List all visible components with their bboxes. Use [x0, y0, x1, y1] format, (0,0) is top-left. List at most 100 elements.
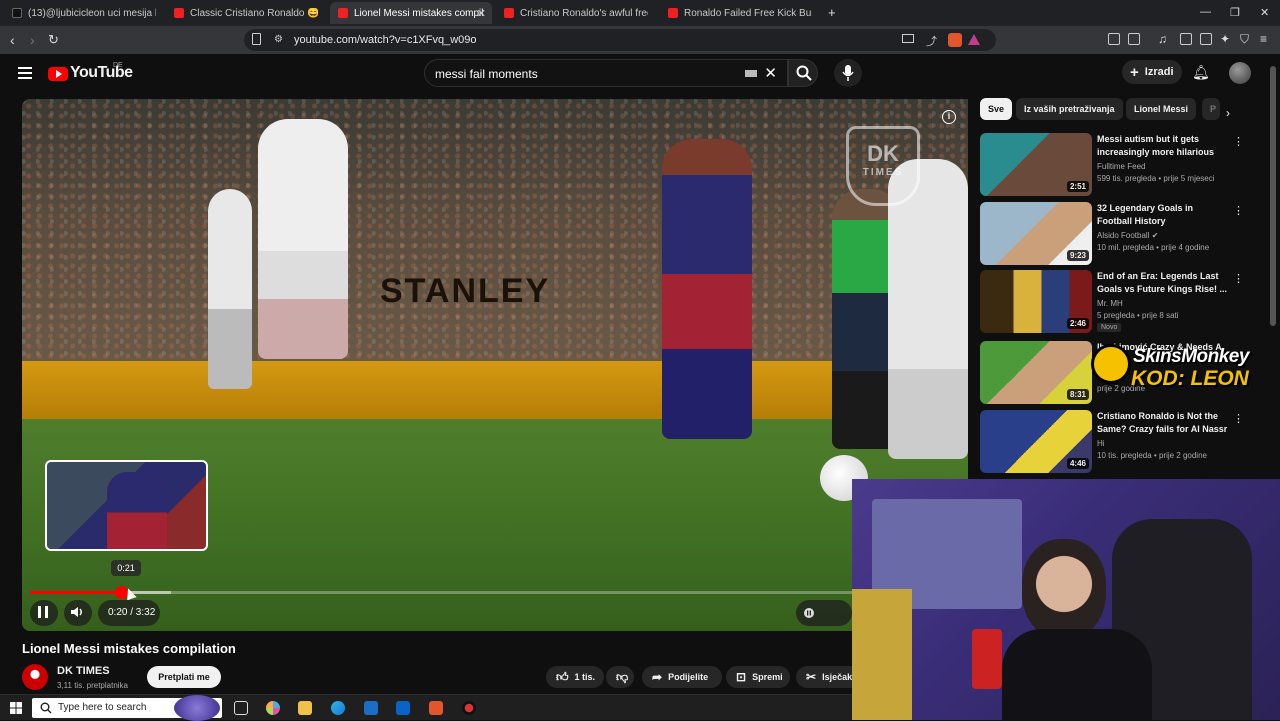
close-tab-icon[interactable]: ✕	[477, 7, 486, 20]
chip-more[interactable]: P	[1202, 98, 1220, 120]
wallet-icon[interactable]	[1200, 33, 1212, 45]
chips-next-arrow-icon[interactable]: ›	[1226, 106, 1230, 120]
back-icon[interactable]: ‹	[10, 32, 15, 48]
keyboard-icon[interactable]	[745, 70, 757, 77]
notifications-bell-icon[interactable]: 🔔︎	[1192, 64, 1210, 81]
voice-search-button[interactable]	[834, 59, 862, 87]
recommendation-item[interactable]: 2:46 End of an Era: Legends Last Goals v…	[980, 270, 1244, 334]
recommendation-item[interactable]: 2:51 Messi autism but it gets increasing…	[980, 133, 1244, 197]
address-bar[interactable]: ⚙ youtube.com/watch?v=c1XFvq_w09o ⤴	[244, 29, 996, 51]
account-avatar[interactable]	[1229, 62, 1251, 84]
copilot-icon[interactable]	[266, 701, 280, 715]
channel-watermark[interactable]: DK TIMES	[846, 126, 920, 206]
outlook-icon[interactable]	[396, 701, 410, 715]
page-scrollbar[interactable]	[1270, 66, 1276, 326]
recommendation-title[interactable]: 32 Legendary Goals in Football History	[1097, 202, 1229, 228]
browser-toolbar: ‹ › ↻ ⚙ youtube.com/watch?v=c1XFvq_w09o …	[0, 26, 1280, 54]
recommendation-channel[interactable]: Fulltime Feed	[1097, 162, 1145, 171]
subscribe-button[interactable]: Pretplati me	[147, 666, 221, 688]
windows-start-icon[interactable]	[10, 702, 22, 714]
save-button[interactable]: ⊡ Spremi	[726, 666, 790, 688]
recommendation-item[interactable]: 4:46 Cristiano Ronaldo is Not the Same? …	[980, 410, 1244, 474]
recommendation-thumbnail[interactable]: 9:23	[980, 202, 1092, 265]
restore-icon[interactable]: ❐	[1230, 6, 1240, 19]
recommendation-thumbnail[interactable]: 2:46	[980, 270, 1092, 333]
site-info-icon[interactable]: ⚙	[274, 34, 283, 45]
new-badge: Novo	[1097, 323, 1122, 332]
edge-icon[interactable]	[331, 701, 345, 715]
more-options-icon[interactable]: ⋮	[1233, 135, 1244, 148]
youtube-icon	[338, 8, 348, 18]
leo-ai-icon[interactable]: ✦	[1220, 32, 1230, 46]
recommendation-title[interactable]: Messi autism but it gets increasingly mo…	[1097, 133, 1229, 159]
video-title: Lionel Messi mistakes compilation	[22, 641, 236, 656]
plus-icon: +	[1130, 63, 1139, 81]
recommendation-thumbnail[interactable]: 2:51	[980, 133, 1092, 196]
video-player[interactable]	[22, 99, 968, 631]
minimize-icon[interactable]: —	[1200, 6, 1211, 18]
obs-icon[interactable]	[462, 701, 476, 715]
recommendation-title[interactable]: Cristiano Ronaldo is Not the Same? Crazy…	[1097, 410, 1229, 436]
progress-bar[interactable]	[30, 591, 860, 594]
hamburger-menu-icon[interactable]	[18, 67, 32, 82]
store-icon[interactable]	[364, 701, 378, 715]
more-options-icon[interactable]: ⋮	[1233, 272, 1244, 285]
recommendation-channel[interactable]: Mr. MH	[1097, 299, 1123, 308]
youtube-logo-icon[interactable]	[48, 67, 68, 81]
cast-icon[interactable]	[902, 34, 914, 43]
recommendation-channel[interactable]: Hi	[1097, 439, 1105, 448]
menu-icon[interactable]: ≡	[1260, 32, 1267, 46]
youtube-logo-text[interactable]: YouTube	[70, 64, 133, 82]
recommendation-channel[interactable]: Alsido Football ✔	[1097, 231, 1158, 240]
search-query[interactable]: messi fail moments	[435, 67, 538, 81]
chip-lionel-messi[interactable]: Lionel Messi	[1126, 98, 1197, 120]
browser-tab-4[interactable]: Cristiano Ronaldo's awful freekicks a	[496, 2, 656, 24]
info-icon[interactable]: i	[942, 110, 956, 124]
sidebar-toggle-icon[interactable]	[1180, 33, 1192, 45]
like-button[interactable]: 👍︎ 1 tis.	[546, 666, 604, 688]
brave-shield-icon[interactable]	[948, 33, 962, 47]
bookmark-icon[interactable]	[252, 33, 261, 45]
media-icon[interactable]: ♫	[1158, 32, 1167, 46]
browser-tab-1[interactable]: (13)@ljubicicleon uci mesija kako da	[4, 2, 164, 24]
webcam-streamer-body	[1002, 629, 1152, 720]
browser-tab-3[interactable]: Lionel Messi mistakes compil ✕	[330, 2, 492, 24]
recommendation-title[interactable]: End of an Era: Legends Last Goals vs Fut…	[1097, 270, 1229, 296]
screenshot-icon[interactable]	[1128, 33, 1140, 45]
search-input[interactable]: messi fail moments ✕	[424, 59, 788, 87]
rewards-icon[interactable]	[968, 34, 980, 45]
search-button[interactable]	[788, 59, 818, 87]
recommendation-thumbnail[interactable]: 4:46	[980, 410, 1092, 473]
windows-taskbar: Type here to search	[0, 694, 852, 721]
extensions-icon[interactable]	[1108, 33, 1120, 45]
tab-title: Ronaldo Failed Free Kick Burnley - Yo	[684, 7, 812, 19]
vpn-icon[interactable]: ⛉	[1240, 32, 1249, 47]
forward-icon[interactable]: ›	[30, 32, 35, 48]
more-options-icon[interactable]: ⋮	[1233, 204, 1244, 217]
task-view-icon[interactable]	[234, 701, 248, 715]
new-tab-button[interactable]: +	[828, 5, 836, 20]
file-explorer-icon[interactable]	[298, 701, 312, 715]
taskbar-search-placeholder[interactable]: Type here to search	[58, 702, 146, 713]
browser-tab-5[interactable]: Ronaldo Failed Free Kick Burnley - Yo	[660, 2, 820, 24]
taskbar-search-box[interactable]: Type here to search	[32, 695, 222, 721]
clip-button[interactable]: ✂ Isječak	[796, 666, 852, 688]
recommendation-item[interactable]: 9:23 32 Legendary Goals in Football Hist…	[980, 202, 1244, 266]
dislike-button[interactable]: 👎︎	[606, 666, 634, 688]
browser-tab-2[interactable]: Classic Cristiano Ronaldo 😄 ➜ - Yo	[166, 2, 326, 24]
recommendation-thumbnail[interactable]: 8:31	[980, 341, 1092, 404]
chip-all[interactable]: Sve	[980, 98, 1013, 120]
webcam-streamer-head	[1022, 539, 1106, 639]
close-window-icon[interactable]: ✕	[1260, 6, 1269, 19]
share-icon[interactable]: ⤴	[926, 33, 937, 49]
share-button[interactable]: ➦ Podijelite	[642, 666, 722, 688]
url-text[interactable]: youtube.com/watch?v=c1XFvq_w09o	[294, 34, 477, 46]
channel-name[interactable]: DK TIMES	[57, 665, 110, 677]
create-button[interactable]: + Izradi	[1122, 60, 1182, 84]
reload-icon[interactable]: ↻	[48, 32, 59, 48]
brave-browser-icon[interactable]	[429, 701, 443, 715]
channel-avatar[interactable]	[22, 664, 48, 690]
chip-from-searches[interactable]: Iz vaših pretraživanja	[1016, 98, 1123, 120]
more-options-icon[interactable]: ⋮	[1233, 412, 1244, 425]
clear-search-icon[interactable]: ✕	[764, 64, 777, 82]
